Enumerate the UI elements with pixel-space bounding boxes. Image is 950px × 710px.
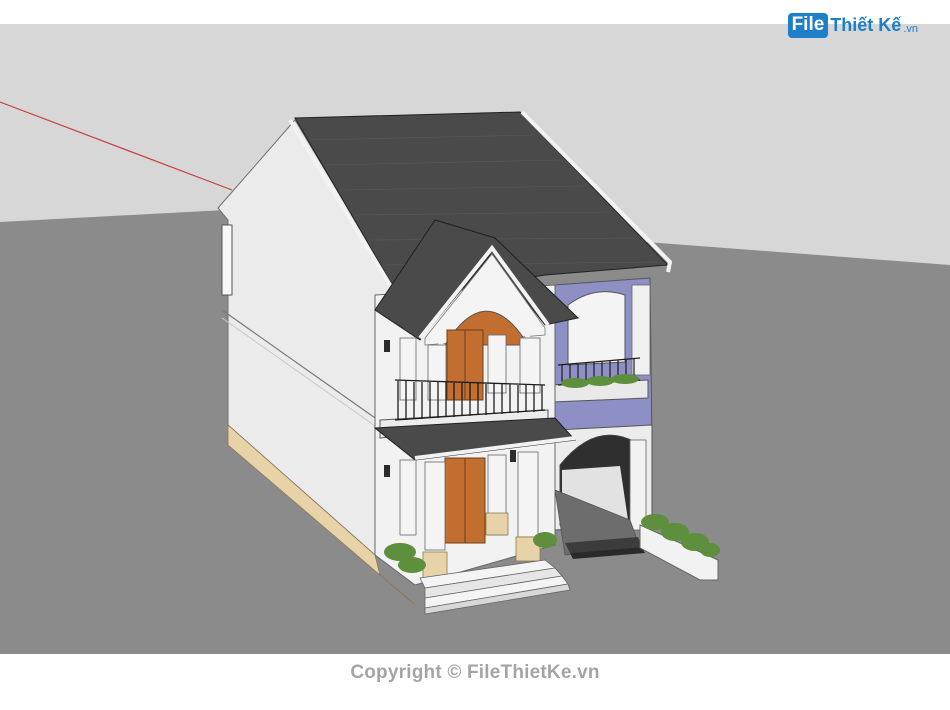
garage-column [629, 439, 647, 531]
site-logo: File Thiết Kế .vn [787, 10, 918, 40]
side-window [221, 224, 233, 296]
logo-text: Thiết Kế [830, 14, 902, 35]
logo-tld: .vn [903, 23, 918, 35]
upper-arch-opening [567, 291, 626, 366]
house-3d-model-scene [0, 0, 950, 710]
upper-right-column [631, 284, 651, 376]
logo-file-badge: File [787, 12, 829, 38]
copyright-watermark: Copyright © FileThietKe.vn [350, 662, 600, 683]
